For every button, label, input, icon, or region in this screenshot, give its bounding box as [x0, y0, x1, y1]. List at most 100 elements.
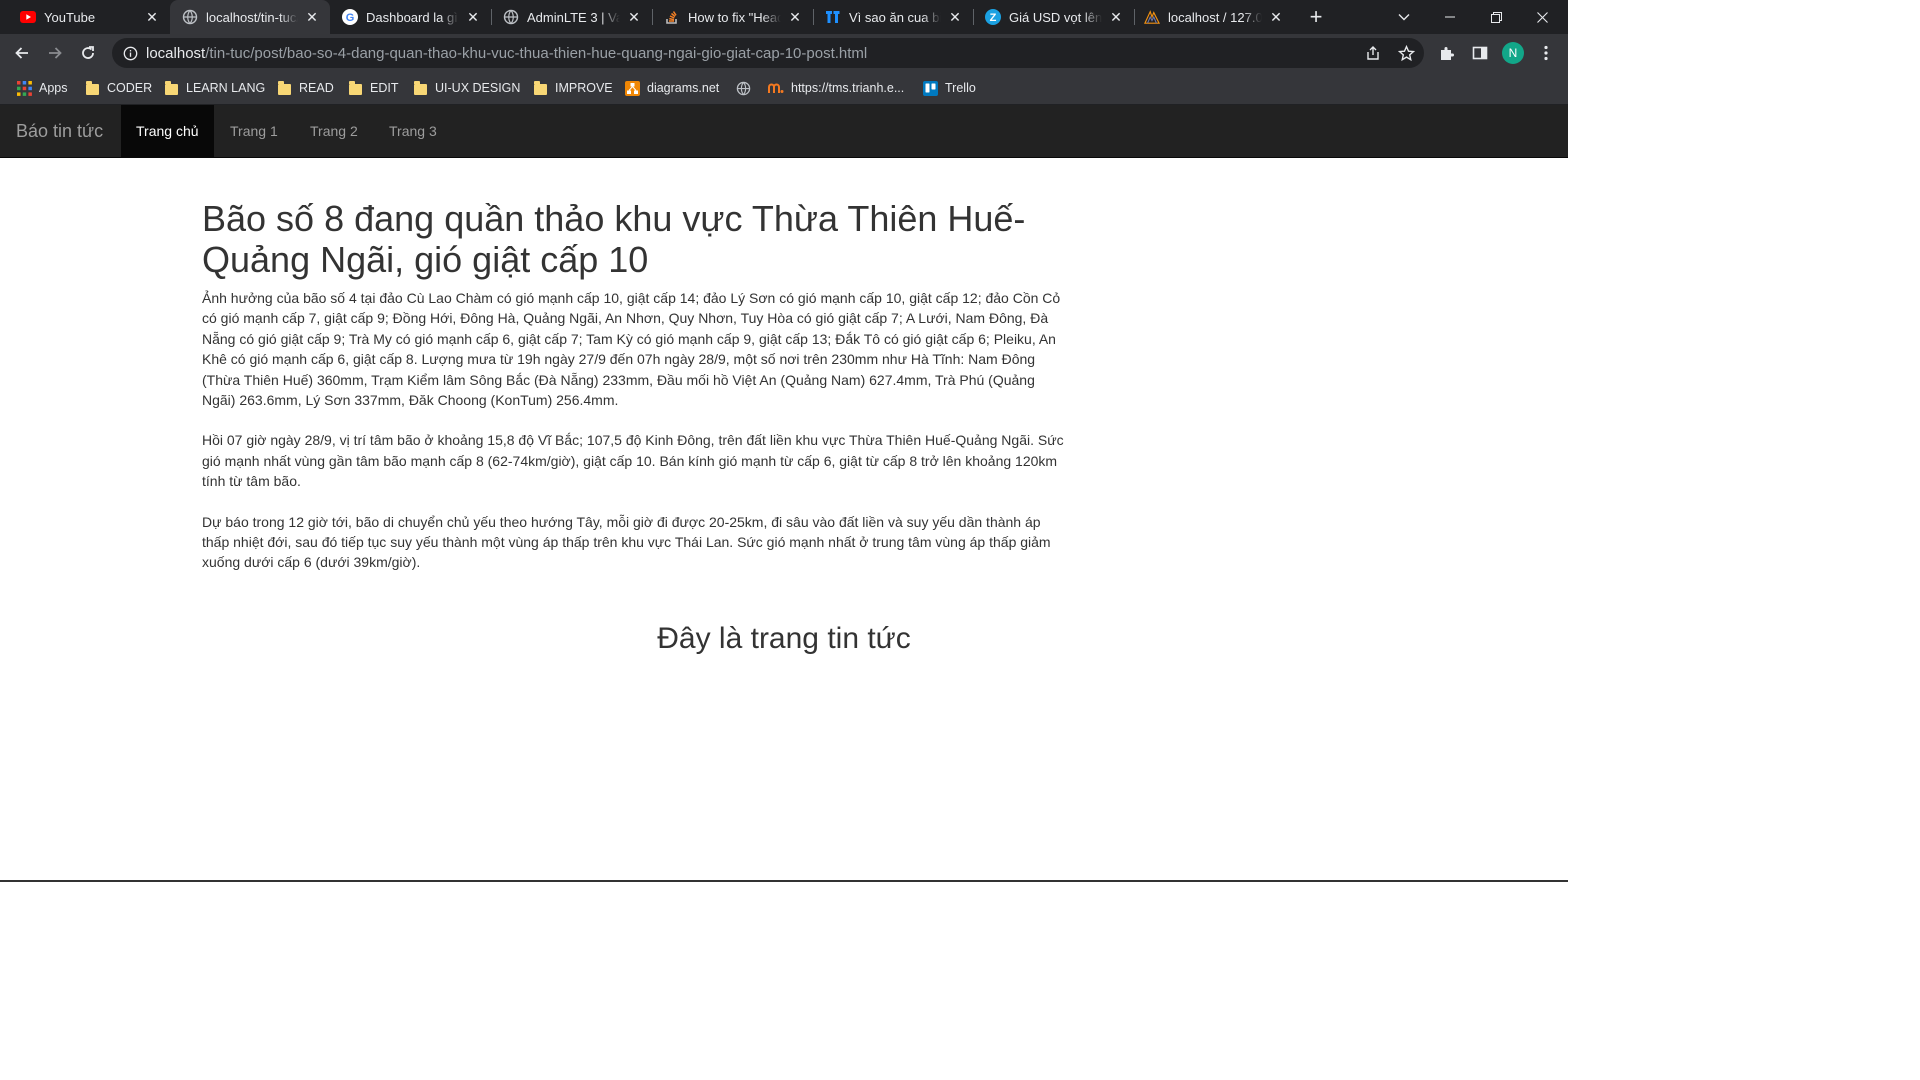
arrow-right-icon [49, 47, 62, 59]
bookmark-label: diagrams.net [647, 81, 720, 95]
bookmarks-bar: Apps CODER LEARN LANG READ EDIT UI-UX DE… [0, 72, 1568, 105]
navbar-brand[interactable]: Báo tin tức [16, 105, 103, 157]
youtube-icon [20, 9, 36, 25]
bookmark-diagrams[interactable]: diagrams.net [624, 78, 719, 98]
close-icon[interactable]: ✕ [947, 9, 963, 25]
close-icon[interactable]: ✕ [626, 9, 642, 25]
tab-title: AdminLTE 3 | Validation [527, 9, 620, 25]
browser-toolbar: localhost/tin-tuc/post/bao-so-4-dang-qua… [0, 34, 1568, 72]
close-icon [1536, 11, 1548, 23]
apps-grid-icon [16, 80, 32, 96]
bookmark-label: Trello [945, 81, 976, 95]
bookmark-folder-edit[interactable]: EDIT [347, 78, 398, 98]
bookmark-trello[interactable]: Trello [922, 78, 976, 98]
restore-button[interactable] [1473, 0, 1519, 34]
folder-icon [532, 80, 548, 96]
nav-item-trang-1[interactable]: Trang 1 [215, 105, 293, 157]
google-icon: G [342, 9, 358, 25]
article-paragraph: Ảnh hưởng của bão số 4 tại đảo Cù Lao Ch… [202, 290, 1061, 409]
svg-text:G: G [346, 12, 355, 24]
page-footer-heading: Đây là trang tin tức [657, 622, 911, 655]
article-title: Bão số 8 đang quần thảo khu vực Thừa Thi… [202, 198, 1026, 280]
browser-tab-adminlte[interactable]: AdminLTE 3 | Validation ✕ [491, 0, 652, 34]
close-icon[interactable]: ✕ [1108, 9, 1124, 25]
profile-avatar[interactable]: N [1499, 39, 1527, 67]
bookmark-apps[interactable]: Apps [16, 78, 68, 98]
info-icon[interactable] [122, 45, 138, 61]
tab-title: Vì sao ăn cua biển [849, 9, 941, 25]
browser-tab-google-search[interactable]: G Dashboard la gì - Google Search ✕ [330, 0, 491, 34]
profile-initial: N [1508, 46, 1518, 60]
bookmark-label: Apps [39, 81, 68, 95]
bookmark-globe[interactable] [735, 78, 758, 98]
bookmark-folder-ui-ux-design[interactable]: UI-UX DESIGN [412, 78, 520, 98]
bookmark-label: CODER [107, 81, 153, 95]
bookmark-label: IMPROVE [555, 81, 613, 95]
browser-tab-strip: YouTube ✕ localhost/tin-tuc/post/bao-so-… [0, 0, 1568, 34]
globe-icon [182, 9, 198, 25]
side-panel-button[interactable] [1466, 39, 1494, 67]
minimize-icon [1445, 16, 1455, 18]
browser-tab-tinhte[interactable]: Vì sao ăn cua biển ✕ [813, 0, 973, 34]
close-icon[interactable]: ✕ [787, 9, 803, 25]
minimize-button[interactable] [1427, 0, 1473, 34]
reload-icon [82, 46, 94, 59]
url-path: /tin-tuc/post/bao-so-4-dang-quan-thao-kh… [205, 44, 868, 62]
bookmark-tms[interactable]: https://tms.trianh.e... [768, 78, 904, 98]
svg-text:Z: Z [990, 12, 997, 24]
close-icon[interactable]: ✕ [1268, 9, 1284, 25]
extensions-button[interactable] [1433, 39, 1461, 67]
zing-icon: Z [985, 9, 1001, 25]
folder-icon [84, 80, 100, 96]
browser-tab-stackoverflow[interactable]: How to fix "Headers already sent" ✕ [652, 0, 813, 34]
tab-title: Dashboard la gì - Google Search [366, 9, 459, 25]
bookmark-folder-coder[interactable]: CODER [84, 78, 152, 98]
tab-search-button[interactable] [1381, 0, 1427, 34]
close-icon[interactable]: ✕ [465, 9, 481, 25]
browser-tab-localhost-post[interactable]: localhost/tin-tuc/post/bao-so-4 ✕ [170, 0, 330, 34]
back-button[interactable] [8, 39, 36, 67]
url-host: localhost [146, 44, 206, 62]
share-icon[interactable] [1364, 44, 1382, 62]
star-icon[interactable] [1397, 44, 1415, 62]
close-icon[interactable]: ✕ [144, 9, 160, 25]
bookmark-label: EDIT [370, 81, 399, 95]
stackoverflow-icon [664, 9, 680, 25]
bookmark-label: READ [299, 81, 334, 95]
drawio-icon [624, 80, 640, 96]
tms-icon [768, 80, 784, 96]
nav-item-trang-3[interactable]: Trang 3 [374, 105, 452, 157]
restore-icon [1490, 11, 1502, 23]
window-bottom-border [0, 880, 1568, 882]
folder-icon [347, 80, 363, 96]
browser-tab-youtube[interactable]: YouTube ✕ [0, 0, 170, 34]
puzzle-icon [1441, 47, 1454, 60]
menu-button[interactable] [1532, 39, 1560, 67]
phpmyadmin-icon [1144, 9, 1160, 25]
globe-icon [503, 9, 519, 25]
folder-icon [163, 80, 179, 96]
close-window-button[interactable] [1519, 0, 1565, 34]
new-tab-button[interactable]: + [1304, 5, 1328, 29]
tab-title: localhost/tin-tuc/post/bao-so-4 [206, 9, 298, 25]
bookmark-folder-improve[interactable]: IMPROVE [532, 78, 613, 98]
folder-icon [412, 80, 428, 96]
arrow-left-icon [15, 47, 28, 59]
tab-title: localhost / 127.0.0.1 [1168, 9, 1262, 25]
address-bar[interactable]: localhost/tin-tuc/post/bao-so-4-dang-qua… [112, 38, 1424, 68]
nav-item-trang-2[interactable]: Trang 2 [295, 105, 373, 157]
folder-icon [276, 80, 292, 96]
browser-tab-phpmyadmin[interactable]: localhost / 127.0.0.1 ✕ [1134, 0, 1294, 34]
close-icon[interactable]: ✕ [304, 9, 320, 25]
article: Bão số 8 đang quần thảo khu vực Thừa Thi… [202, 198, 1070, 573]
browser-tab-zing[interactable]: Z Giá USD vọt lên mức ✕ [973, 0, 1134, 34]
reload-button[interactable] [74, 39, 102, 67]
kebab-menu-icon [1544, 45, 1548, 61]
chevron-down-icon [1398, 14, 1410, 21]
article-paragraph: Hồi 07 giờ ngày 28/9, vị trí tâm bão ở k… [202, 432, 1064, 490]
bookmark-folder-read[interactable]: READ [276, 78, 334, 98]
side-panel-icon [1472, 46, 1488, 60]
bookmark-folder-learn-lang[interactable]: LEARN LANG [163, 78, 265, 98]
nav-item-trang-chu[interactable]: Trang chủ [121, 105, 214, 157]
forward-button[interactable] [41, 39, 69, 67]
